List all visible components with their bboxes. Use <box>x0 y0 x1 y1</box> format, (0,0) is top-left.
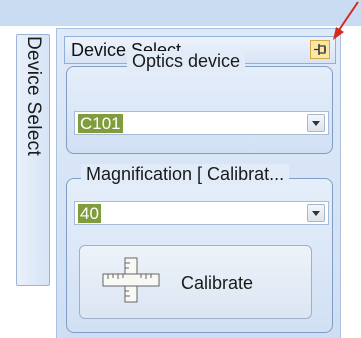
magnification-dropdown-button[interactable] <box>307 204 325 222</box>
optics-device-value: C101 <box>78 114 123 133</box>
optics-device-title: Optics device <box>127 51 246 72</box>
optics-device-combo[interactable]: C101 <box>74 111 329 135</box>
magnification-combo[interactable]: 40 <box>74 201 329 225</box>
annotation-arrow <box>333 1 359 40</box>
optics-dropdown-button[interactable] <box>307 114 325 132</box>
optics-device-group <box>66 66 333 154</box>
ruler-calibrate-icon <box>102 257 160 303</box>
side-tab-label: Device Select <box>23 36 44 157</box>
magnification-value: 40 <box>78 204 101 223</box>
left-area <box>0 26 14 338</box>
magnification-title: Magnification [ Calibrat... <box>81 164 290 185</box>
calibrate-label: Calibrate <box>181 273 254 293</box>
chevron-down-icon <box>312 211 320 216</box>
chevron-down-icon <box>312 121 320 126</box>
calibrate-button[interactable]: Calibrate <box>79 245 312 319</box>
